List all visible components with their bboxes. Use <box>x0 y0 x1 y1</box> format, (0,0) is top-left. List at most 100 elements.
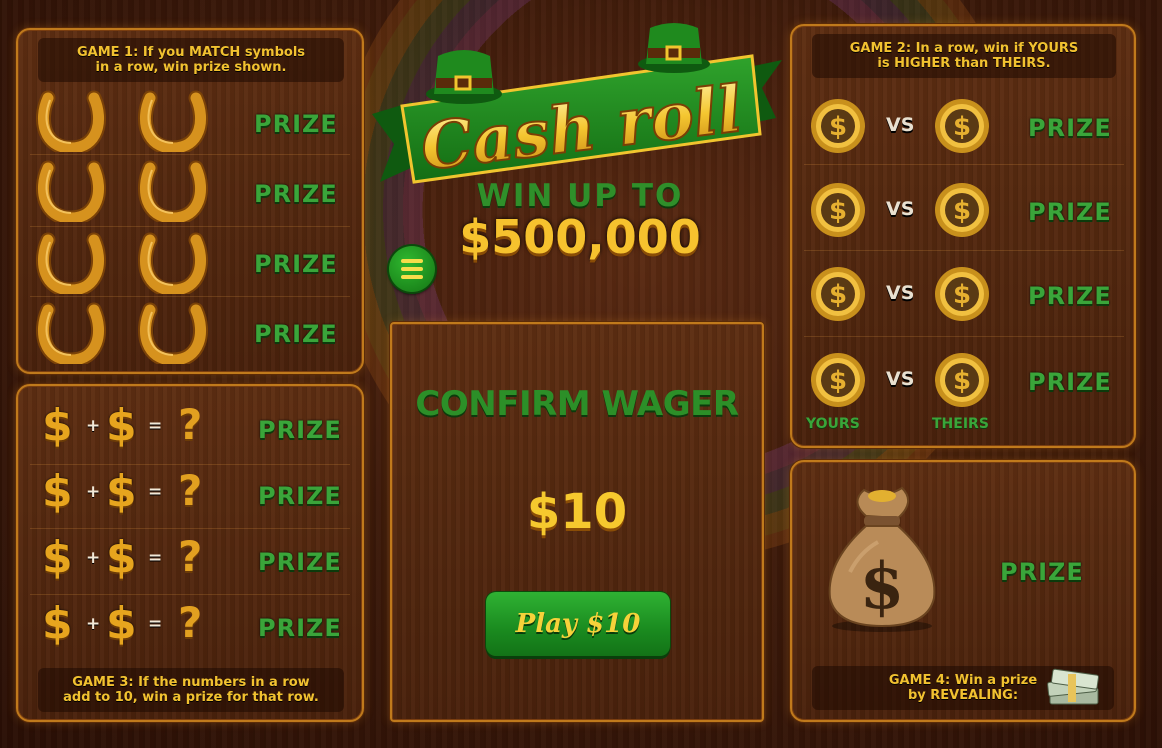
vs-label: VS <box>886 114 915 136</box>
question-mark: ? <box>178 598 203 647</box>
confirm-wager-title: CONFIRM WAGER <box>415 384 739 424</box>
row-divider <box>30 296 350 297</box>
horseshoe-icon <box>36 302 106 364</box>
svg-text:$: $ <box>953 196 971 226</box>
game2-row3-prize: PRIZE <box>1028 282 1112 310</box>
horseshoe-icon <box>36 160 106 222</box>
coin-theirs-icon: $ <box>935 99 989 153</box>
coin-theirs-icon: $ <box>935 267 989 321</box>
coin-theirs-icon: $ <box>935 353 989 407</box>
vs-label: VS <box>886 282 915 304</box>
game1-panel[interactable]: GAME 1: If you MATCH symbols in a row, w… <box>16 28 364 374</box>
game1-rules: GAME 1: If you MATCH symbols in a row, w… <box>38 38 344 82</box>
game2-rule-line2: is HIGHER than THEIRS. <box>877 56 1051 71</box>
game1-row1-prize: PRIZE <box>254 110 338 138</box>
dollar-symbol: $ <box>42 598 73 649</box>
coin-yours-icon: $ <box>811 99 865 153</box>
game3-row4-prize: PRIZE <box>258 614 342 642</box>
game1-row4-prize: PRIZE <box>254 320 338 348</box>
dollar-symbol: $ <box>106 598 137 649</box>
game3-panel[interactable]: $ + $ = ? PRIZE $ + $ = ? PRIZE $ + $ = … <box>16 384 364 722</box>
dollar-symbol: $ <box>106 466 137 517</box>
game3-rules: GAME 3: If the numbers in a row add to 1… <box>38 668 344 712</box>
game1-rule-line1: GAME 1: If you MATCH symbols <box>76 45 306 60</box>
hamburger-icon <box>401 275 423 279</box>
play-button[interactable]: Play $10 <box>486 592 670 656</box>
horseshoe-icon <box>138 160 208 222</box>
question-mark: ? <box>178 532 203 581</box>
coin-yours-icon: $ <box>811 353 865 407</box>
dollar-symbol: $ <box>42 466 73 517</box>
svg-text:$: $ <box>829 280 847 310</box>
game2-row2-prize: PRIZE <box>1028 198 1112 226</box>
money-bag-icon: $ <box>828 486 936 632</box>
game4-rule-line1: GAME 4: Win a prize <box>888 673 1038 688</box>
plus-sign: + <box>86 416 101 436</box>
game1-row3-prize: PRIZE <box>254 250 338 278</box>
horseshoe-icon <box>36 232 106 294</box>
equals-sign: = <box>148 416 163 436</box>
game2-panel[interactable]: GAME 2: In a row, win if YOURS is HIGHER… <box>790 24 1136 448</box>
equals-sign: = <box>148 614 163 634</box>
game4-prize: PRIZE <box>1000 558 1084 586</box>
game3-rule-line1: GAME 3: If the numbers in a row <box>72 675 310 690</box>
horseshoe-icon <box>36 90 106 152</box>
question-mark: ? <box>178 466 203 515</box>
coin-yours-icon: $ <box>811 183 865 237</box>
wager-amount: $10 <box>526 484 628 540</box>
coin-yours-icon: $ <box>811 267 865 321</box>
game3-row2-prize: PRIZE <box>258 482 342 510</box>
dollar-symbol: $ <box>106 532 137 583</box>
game3-row3-prize: PRIZE <box>258 548 342 576</box>
row-divider <box>30 154 350 155</box>
svg-text:$: $ <box>953 280 971 310</box>
horseshoe-icon <box>138 302 208 364</box>
game2-row1-prize: PRIZE <box>1028 114 1112 142</box>
svg-text:$: $ <box>829 112 847 142</box>
hamburger-icon <box>401 259 423 263</box>
game1-row2-prize: PRIZE <box>254 180 338 208</box>
row-divider <box>30 528 350 529</box>
vs-label: VS <box>886 368 915 390</box>
svg-text:$: $ <box>953 366 971 396</box>
win-up-to-tagline: WIN UP TO <box>476 178 684 214</box>
game1-rule-line2: in a row, win prize shown. <box>95 60 287 75</box>
confirm-wager-panel: CONFIRM WAGER $10 Play $10 <box>390 322 764 722</box>
game-board: GAME 1: If you MATCH symbols in a row, w… <box>0 0 1162 748</box>
plus-sign: + <box>86 482 101 502</box>
plus-sign: + <box>86 614 101 634</box>
horseshoe-icon <box>138 90 208 152</box>
jackpot-amount: $500,000 <box>459 210 701 264</box>
row-divider <box>804 250 1124 251</box>
equals-sign: = <box>148 482 163 502</box>
svg-text:$: $ <box>860 549 905 624</box>
plus-sign: + <box>86 548 101 568</box>
cash-roll-logo: Cash roll <box>372 23 782 186</box>
dollar-symbol: $ <box>42 400 73 451</box>
yours-label: YOURS <box>806 416 860 432</box>
game3-row1-prize: PRIZE <box>258 416 342 444</box>
game4-panel[interactable]: $ PRIZE GAME 4: Win a prize by REVEALING… <box>790 460 1136 722</box>
row-divider <box>804 336 1124 337</box>
row-divider <box>30 464 350 465</box>
row-divider <box>30 226 350 227</box>
game2-rules: GAME 2: In a row, win if YOURS is HIGHER… <box>812 34 1116 78</box>
hamburger-icon <box>401 267 423 271</box>
svg-text:$: $ <box>953 112 971 142</box>
game2-rule-line1: GAME 2: In a row, win if YOURS <box>849 41 1079 56</box>
svg-text:$: $ <box>829 366 847 396</box>
dollar-symbol: $ <box>106 400 137 451</box>
game4-rule-line2: by REVEALING: <box>907 688 1019 703</box>
theirs-label: THEIRS <box>932 416 989 432</box>
equals-sign: = <box>148 548 163 568</box>
row-divider <box>804 164 1124 165</box>
horseshoe-icon <box>138 232 208 294</box>
question-mark: ? <box>178 400 203 449</box>
cash-stack-icon <box>1047 668 1099 705</box>
game2-row4-prize: PRIZE <box>1028 368 1112 396</box>
vs-label: VS <box>886 198 915 220</box>
dollar-symbol: $ <box>42 532 73 583</box>
coin-theirs-icon: $ <box>935 183 989 237</box>
row-divider <box>30 594 350 595</box>
menu-button[interactable] <box>389 246 435 292</box>
